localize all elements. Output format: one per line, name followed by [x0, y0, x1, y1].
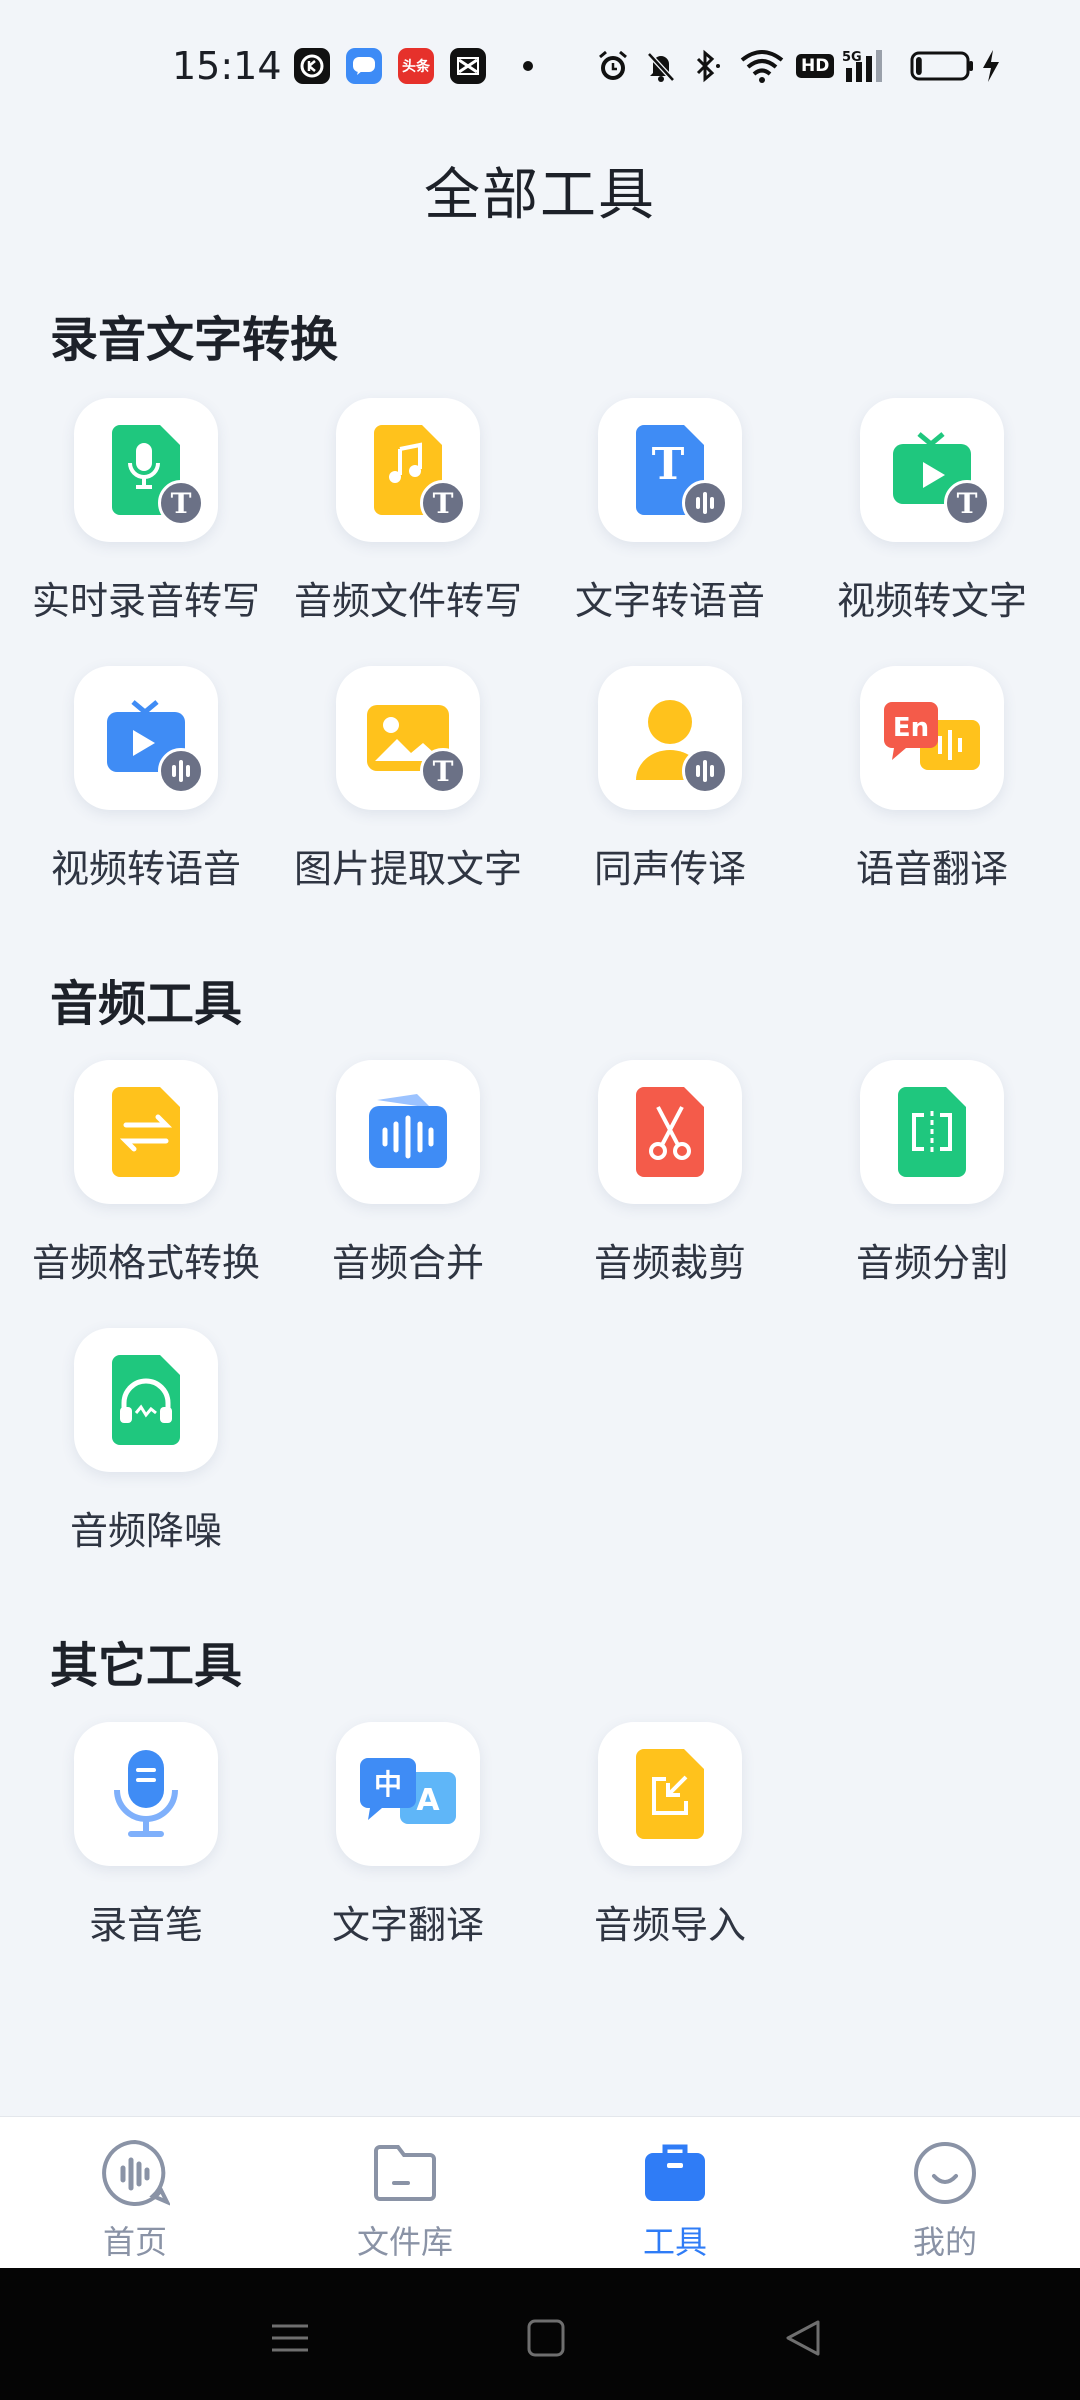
status-bar: 15:14 头条 HD 5G [0, 0, 1080, 136]
audio-import-icon [598, 1722, 742, 1866]
kuaishou-app-icon [294, 48, 330, 84]
tool-label: 语音翻译 [855, 847, 1008, 891]
tool-audio-denoise[interactable]: 音频降噪 [15, 1328, 277, 1555]
audio-format-convert-icon [74, 1060, 218, 1204]
tab-home[interactable]: 首页 [0, 2117, 270, 2269]
toutiao-app-icon: 头条 [398, 48, 434, 84]
voice-recorder-icon [74, 1722, 218, 1866]
bottom-tab-bar: 首页 文件库 工具 我的 [0, 2116, 1080, 2269]
tool-audio-format-convert[interactable]: 音频格式转换 [15, 1060, 277, 1287]
tab-label: 文件库 [356, 2223, 453, 2261]
simultaneous-interpretation-icon [598, 666, 742, 810]
tool-text-translation[interactable]: A中 文字翻译 [277, 1722, 539, 1949]
tab-profile[interactable]: 我的 [810, 2117, 1080, 2269]
tab-label: 工具 [642, 2223, 707, 2261]
tool-video-to-speech[interactable]: 视频转语音 [15, 666, 277, 893]
audio-denoise-icon [74, 1328, 218, 1472]
tool-label: 视频转语音 [50, 847, 241, 891]
system-navigation-bar [0, 2268, 1080, 2400]
svg-text:T: T [652, 439, 685, 490]
text-t-badge: T [420, 480, 466, 526]
message-app-icon [346, 48, 382, 84]
tool-label: 视频转文字 [836, 579, 1027, 623]
video-to-speech-icon [74, 666, 218, 810]
signal-5g-icon: 5G [842, 48, 888, 84]
tool-label: 音频合并 [331, 1241, 484, 1285]
tool-label: 音频分割 [855, 1241, 1008, 1285]
tool-realtime-transcribe[interactable]: T 实时录音转写 [15, 398, 277, 625]
tab-label: 首页 [102, 2223, 167, 2261]
tool-label: 同声传译 [593, 847, 746, 891]
tool-voice-translation[interactable]: En 语音翻译 [801, 666, 1063, 893]
home-voice-icon [99, 2137, 171, 2209]
text-t-badge: T [944, 480, 990, 526]
text-to-speech-icon: T [598, 398, 742, 542]
tool-audio-merge[interactable]: 音频合并 [277, 1060, 539, 1287]
image-to-text-icon: T [336, 666, 480, 810]
video-to-text-icon: T [860, 398, 1004, 542]
tool-label: 音频降噪 [69, 1509, 222, 1553]
tab-file-library[interactable]: 文件库 [270, 2117, 540, 2269]
tool-label: 音频裁剪 [593, 1241, 746, 1285]
tool-label: 录音笔 [88, 1903, 203, 1947]
tool-label: 文字翻译 [331, 1903, 484, 1947]
section-title-transcription: 录音文字转换 [50, 312, 339, 368]
capcut-app-icon [450, 48, 486, 84]
audio-split-icon [860, 1060, 1004, 1204]
hd-icon: HD [796, 48, 835, 84]
text-t-badge: T [420, 748, 466, 794]
audio-merge-icon [336, 1060, 480, 1204]
sound-wave-badge [682, 748, 728, 794]
voice-translation-icon: En [860, 666, 1004, 810]
back-triangle-icon[interactable] [774, 2308, 834, 2368]
text-translation-icon: A中 [336, 1722, 480, 1866]
tool-label: 图片提取文字 [293, 847, 522, 891]
text-t-badge: T [158, 480, 204, 526]
tab-label: 我的 [912, 2223, 977, 2261]
audio-file-to-text-icon: T [336, 398, 480, 542]
status-time: 15:14 [172, 44, 282, 88]
tool-label: 文字转语音 [574, 579, 765, 623]
tool-simultaneous-interpretation[interactable]: 同声传译 [539, 666, 801, 893]
tool-label: 音频导入 [593, 1903, 746, 1947]
svg-text:En: En [893, 713, 929, 743]
tool-label: 音频文件转写 [293, 579, 522, 623]
battery-icon [910, 48, 976, 84]
tool-video-to-text[interactable]: T 视频转文字 [801, 398, 1063, 625]
tab-tools[interactable]: 工具 [540, 2117, 810, 2269]
tool-audio-file-transcribe[interactable]: T 音频文件转写 [277, 398, 539, 625]
alarm-icon [596, 48, 630, 84]
tool-voice-recorder[interactable]: 录音笔 [15, 1722, 277, 1949]
tool-image-to-text[interactable]: T 图片提取文字 [277, 666, 539, 893]
mic-to-text-icon: T [74, 398, 218, 542]
tool-text-to-speech[interactable]: T 文字转语音 [539, 398, 801, 625]
sound-wave-badge [682, 480, 728, 526]
notification-dot-icon [518, 48, 538, 84]
section-title-other-tools: 其它工具 [50, 1638, 243, 1694]
charging-icon [980, 48, 1002, 84]
home-square-icon[interactable] [516, 2308, 576, 2368]
sound-wave-badge [158, 748, 204, 794]
tool-audio-import[interactable]: 音频导入 [539, 1722, 801, 1949]
page-title: 全部工具 [424, 163, 656, 228]
toolbox-icon [639, 2137, 711, 2209]
svg-text:A: A [416, 1783, 440, 1818]
bluetooth-icon [690, 48, 724, 84]
tool-label: 实时录音转写 [31, 579, 260, 623]
mute-icon [644, 48, 678, 84]
tool-label: 音频格式转换 [31, 1241, 260, 1285]
tool-audio-split[interactable]: 音频分割 [801, 1060, 1063, 1287]
svg-text:中: 中 [374, 1768, 402, 1801]
audio-cut-icon [598, 1060, 742, 1204]
tool-audio-cut[interactable]: 音频裁剪 [539, 1060, 801, 1287]
wifi-icon [740, 48, 784, 84]
section-title-audio-tools: 音频工具 [50, 976, 243, 1032]
menu-icon[interactable] [260, 2308, 320, 2368]
profile-smile-icon [909, 2137, 981, 2209]
folder-icon [369, 2137, 441, 2209]
